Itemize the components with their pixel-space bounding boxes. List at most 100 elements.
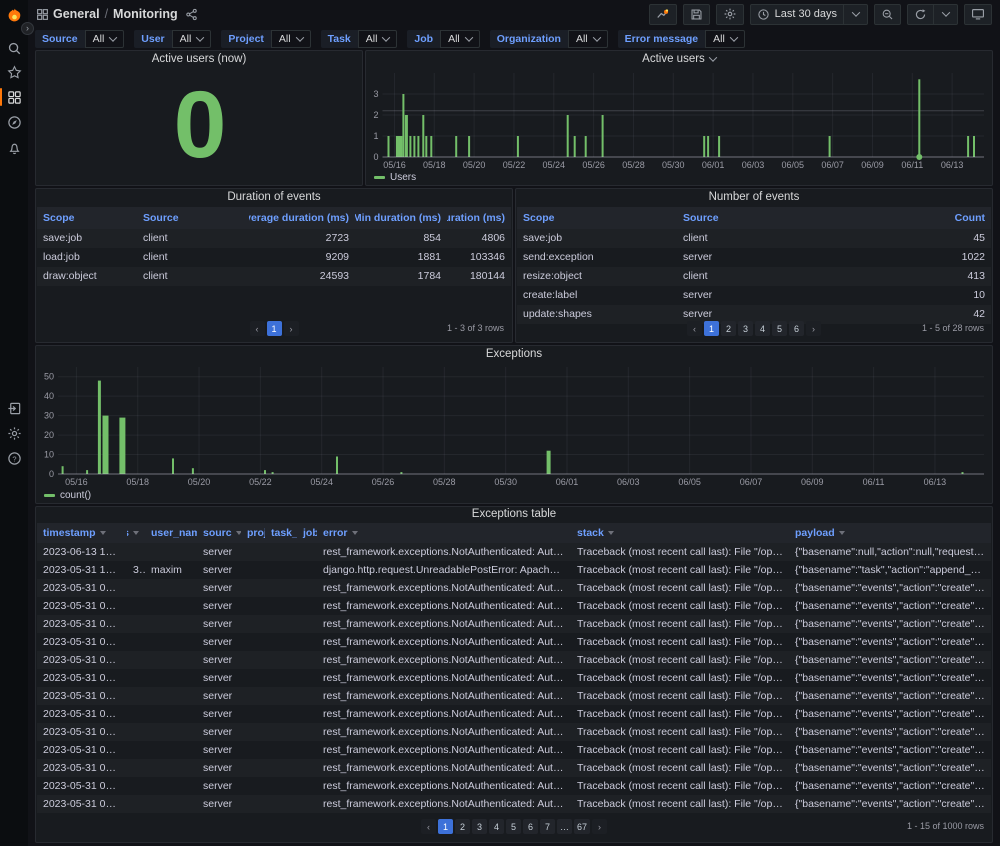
table-cell: {"basename":"events","action":"create","… (789, 777, 991, 795)
filter-label[interactable]: Organization (490, 30, 568, 48)
page-prev[interactable]: ‹ (421, 819, 436, 834)
filter-icon[interactable] (608, 531, 614, 535)
filter-icon[interactable] (352, 531, 358, 535)
page-button[interactable]: 4 (489, 819, 504, 834)
svg-text:06/03: 06/03 (742, 160, 765, 170)
page-prev[interactable]: ‹ (250, 321, 265, 336)
filter-value-dropdown[interactable]: All (568, 30, 608, 48)
column-header-scope[interactable]: Scope (37, 207, 137, 229)
page-button[interactable]: 3 (472, 819, 487, 834)
column-header-us[interactable]: us (127, 523, 145, 543)
table-cell (127, 543, 145, 561)
page-prev[interactable]: ‹ (687, 321, 702, 336)
sidebar-expand-button[interactable]: › (21, 22, 34, 35)
table-cell: 2023-05-31 09:21:09 (37, 741, 127, 759)
column-header-average-duration-ms-[interactable]: Average duration (ms) (249, 207, 355, 229)
column-header-source[interactable]: Source (137, 207, 249, 229)
filter-value-dropdown[interactable]: All (440, 30, 480, 48)
page-button[interactable]: 3 (738, 321, 753, 336)
refresh-button[interactable] (907, 4, 934, 25)
panel-title[interactable]: Active users (366, 51, 992, 67)
breadcrumb-section[interactable]: General (53, 7, 100, 21)
filter-label[interactable]: Task (321, 30, 358, 48)
filter-value-dropdown[interactable]: All (271, 30, 311, 48)
breadcrumb-page[interactable]: Monitoring (113, 7, 178, 21)
page-button[interactable]: 67 (574, 819, 590, 834)
save-dashboard-button[interactable] (683, 4, 710, 25)
page-button[interactable]: 6 (523, 819, 538, 834)
page-button[interactable]: 4 (755, 321, 770, 336)
dashboard-settings-button[interactable] (716, 4, 744, 25)
legend-item[interactable]: Users (374, 172, 416, 183)
filter-label[interactable]: User (134, 30, 171, 48)
table-row: send:exceptionserver1022 (517, 248, 991, 267)
column-header-error[interactable]: error (317, 523, 571, 543)
page-button[interactable]: 1 (704, 321, 719, 336)
page-button[interactable]: 1 (267, 321, 282, 336)
page-button[interactable]: 5 (772, 321, 787, 336)
page-button[interactable]: 2 (721, 321, 736, 336)
filter-value-dropdown[interactable]: All (85, 30, 125, 48)
filter-value-dropdown[interactable]: All (705, 30, 745, 48)
legend-item[interactable]: count() (44, 490, 91, 501)
search-icon[interactable] (0, 38, 28, 58)
page-button[interactable]: 5 (506, 819, 521, 834)
exceptions-chart[interactable]: 0102030405005/1605/1805/2005/2205/2405/2… (38, 361, 990, 487)
zoom-out-button[interactable] (874, 4, 901, 25)
page-button[interactable]: 1 (438, 819, 453, 834)
explore-icon[interactable] (0, 112, 28, 132)
admin-icon[interactable] (0, 398, 28, 418)
column-header-proj[interactable]: proj (241, 523, 265, 543)
time-range-dropdown-button[interactable] (844, 4, 868, 25)
page-next[interactable]: › (806, 321, 821, 336)
page-button[interactable]: 7 (540, 819, 555, 834)
legend-swatch (44, 494, 55, 497)
share-icon[interactable] (185, 8, 198, 21)
filter-icon[interactable] (100, 531, 106, 535)
add-panel-button[interactable] (649, 4, 677, 25)
svg-text:06/07: 06/07 (740, 477, 763, 487)
column-header-task-i[interactable]: task_i (265, 523, 297, 543)
column-header-count[interactable]: Count (901, 207, 991, 229)
kiosk-mode-button[interactable] (964, 4, 992, 25)
column-header-payload[interactable]: payload (789, 523, 991, 543)
panel-title[interactable]: Number of events (516, 189, 992, 205)
help-icon[interactable]: ? (0, 448, 28, 468)
filter-value-dropdown[interactable]: All (358, 30, 398, 48)
panel-title[interactable]: Duration of events (36, 189, 512, 205)
filter-label[interactable]: Error message (618, 30, 706, 48)
page-button[interactable]: 6 (789, 321, 804, 336)
column-header-timestamp[interactable]: timestamp (37, 523, 127, 543)
column-header-sourc[interactable]: sourc (197, 523, 241, 543)
time-range-button[interactable]: Last 30 days (750, 4, 844, 25)
table-cell (297, 777, 317, 795)
table-cell: client (137, 248, 249, 267)
refresh-interval-dropdown[interactable] (934, 4, 958, 25)
table-cell (297, 543, 317, 561)
filter-label[interactable]: Source (35, 30, 85, 48)
filter-icon[interactable] (839, 531, 845, 535)
page-button[interactable]: 2 (455, 819, 470, 834)
page-next[interactable]: › (284, 321, 299, 336)
starred-icon[interactable] (0, 62, 28, 82)
dashboards-icon[interactable] (0, 87, 28, 107)
panel-title[interactable]: Exceptions table (36, 507, 992, 521)
active-users-chart[interactable]: 012305/1605/1805/2005/2205/2405/2605/280… (368, 67, 990, 170)
column-header-source[interactable]: Source (677, 207, 901, 229)
filter-icon[interactable] (133, 531, 139, 535)
column-header-job[interactable]: job (297, 523, 317, 543)
settings-icon[interactable] (0, 423, 28, 443)
filter-label[interactable]: Job (407, 30, 440, 48)
column-header-stack[interactable]: stack (571, 523, 789, 543)
filter-value-dropdown[interactable]: All (172, 30, 212, 48)
column-header-min-duration-ms-[interactable]: Min duration (ms) (355, 207, 447, 229)
column-header-user-name[interactable]: user_name (145, 523, 197, 543)
page-ellipsis[interactable]: … (557, 819, 572, 834)
column-header-max-duration-ms-[interactable]: Max duration (ms) (447, 207, 511, 229)
page-next[interactable]: › (592, 819, 607, 834)
filter-label[interactable]: Project (221, 30, 271, 48)
table-cell: 1022 (901, 248, 991, 267)
alerting-icon[interactable] (0, 138, 28, 158)
column-header-scope[interactable]: Scope (517, 207, 677, 229)
panel-title[interactable]: Exceptions (36, 346, 992, 362)
